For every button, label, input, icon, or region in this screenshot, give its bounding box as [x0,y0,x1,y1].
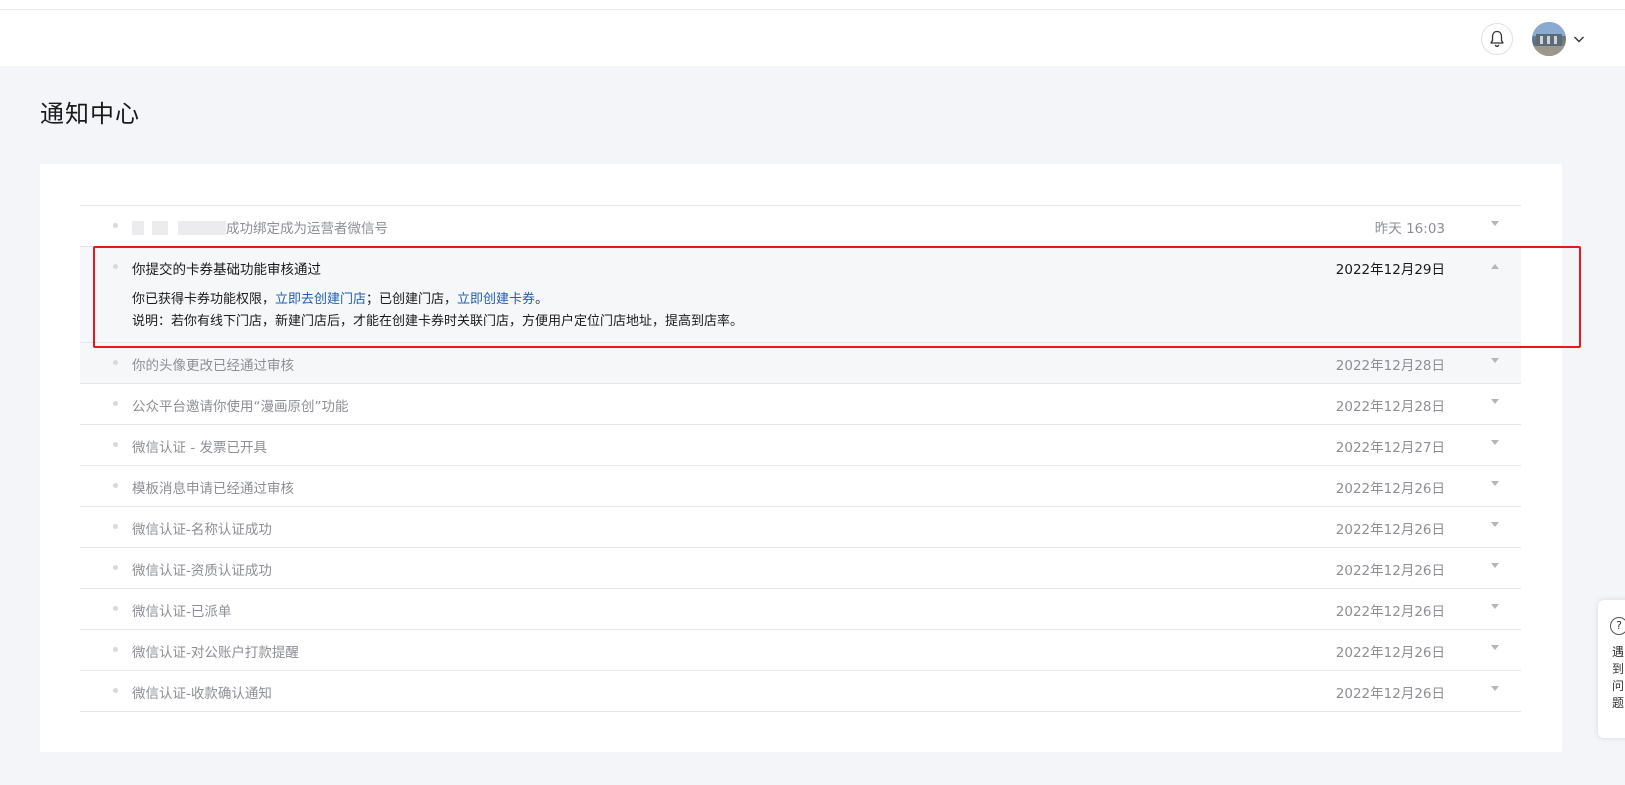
detail-text: 你已获得卡券功能权限， [132,292,276,307]
bullet-dot [113,442,118,447]
redacted-name [178,221,226,235]
detail-text: 。 [535,292,549,307]
notification-title: 模板消息申请已经通过审核 [132,481,294,497]
notification-list: 成功绑定成为运营者微信号 昨天 16:03 你提交的卡券基础功能审核通过 202… [80,205,1521,712]
notification-title: 微信认证 - 发票已开具 [132,440,267,456]
bullet-dot [113,688,118,693]
notification-row[interactable]: 成功绑定成为运营者微信号 昨天 16:03 [80,206,1521,247]
chevron-down-icon[interactable] [1572,32,1586,46]
question-icon: ? [1610,617,1625,635]
notification-row[interactable]: 你的头像更改已经通过审核 2022年12月28日 [80,343,1521,384]
caret-down-icon[interactable] [1491,221,1499,226]
notification-date: 2022年12月26日 [1335,604,1445,620]
notification-date: 2022年12月26日 [1335,522,1445,538]
notification-row[interactable]: 公众平台邀请你使用“漫画原创”功能 2022年12月28日 [80,384,1521,425]
notification-row[interactable]: 微信认证-收款确认通知 2022年12月26日 [80,671,1521,712]
caret-down-icon[interactable] [1491,686,1499,691]
avatar-photo [1532,22,1566,56]
caret-down-icon[interactable] [1491,522,1499,527]
bullet-dot [113,565,118,570]
caret-down-icon[interactable] [1491,645,1499,650]
caret-down-icon[interactable] [1491,399,1499,404]
create-coupon-link[interactable]: 立即创建卡券 [457,292,535,307]
caret-down-icon[interactable] [1491,481,1499,486]
bullet-dot [113,401,118,406]
bullet-dot [113,647,118,652]
help-widget[interactable]: ? 遇到问题 [1598,600,1625,738]
caret-down-icon[interactable] [1491,563,1499,568]
notification-title-suffix: 成功绑定成为运营者微信号 [226,221,388,237]
notification-panel: 成功绑定成为运营者微信号 昨天 16:03 你提交的卡券基础功能审核通过 202… [40,164,1562,752]
bullet-dot [113,524,118,529]
bullet-dot [113,483,118,488]
notification-title: 成功绑定成为运营者微信号 [132,217,388,237]
caret-up-icon[interactable] [1491,264,1499,269]
redacted-name [152,221,168,235]
detail-text: ；已创建门店， [366,292,458,307]
notification-row[interactable]: 模板消息申请已经通过审核 2022年12月26日 [80,466,1521,507]
bullet-dot [113,264,118,269]
page-title: 通知中心 [40,100,140,128]
user-avatar[interactable] [1532,22,1566,56]
notification-title: 公众平台邀请你使用“漫画原创”功能 [132,399,349,415]
bullet-dot [113,223,118,228]
notification-row[interactable]: 微信认证-名称认证成功 2022年12月26日 [80,507,1521,548]
notification-date: 2022年12月26日 [1335,563,1445,579]
notification-row[interactable]: 微信认证-对公账户打款提醒 2022年12月26日 [80,630,1521,671]
notification-detail-line: 你已获得卡券功能权限，立即去创建门店；已创建门店，立即创建卡券。 [132,288,548,307]
notification-title: 你提交的卡券基础功能审核通过 [132,262,321,278]
notification-title: 微信认证-名称认证成功 [132,522,272,538]
notification-date: 2022年12月28日 [1335,358,1445,374]
notification-title: 你的头像更改已经通过审核 [132,358,294,374]
notification-title: 微信认证-对公账户打款提醒 [132,645,299,661]
notification-date: 2022年12月26日 [1335,481,1445,497]
notification-date: 2022年12月26日 [1335,686,1445,702]
caret-down-icon[interactable] [1491,440,1499,445]
redacted-name [132,221,144,235]
notification-title: 微信认证-资质认证成功 [132,563,272,579]
notification-row[interactable]: 微信认证-资质认证成功 2022年12月26日 [80,548,1521,589]
header-bar [0,10,1625,66]
notification-title: 微信认证-已派单 [132,604,232,620]
help-widget-label: 遇到问题 [1612,645,1625,710]
notification-detail-note: 说明：若你有线下门店，新建门店后，才能在创建卡券时关联门店，方便用户定位门店地址… [132,314,744,329]
bullet-dot [113,360,118,365]
bullet-dot [113,606,118,611]
caret-down-icon[interactable] [1491,358,1499,363]
notification-title: 微信认证-收款确认通知 [132,686,272,702]
notification-date: 2022年12月28日 [1335,399,1445,415]
top-border [0,0,1625,10]
notification-bell-button[interactable] [1481,23,1513,55]
notification-row-expanded[interactable]: 你提交的卡券基础功能审核通过 2022年12月29日 你已获得卡券功能权限，立即… [80,247,1521,343]
caret-down-icon[interactable] [1491,604,1499,609]
notification-row[interactable]: 微信认证-已派单 2022年12月26日 [80,589,1521,630]
notification-date: 2022年12月27日 [1335,440,1445,456]
notification-date: 2022年12月26日 [1335,645,1445,661]
notification-row[interactable]: 微信认证 - 发票已开具 2022年12月27日 [80,425,1521,466]
notification-date: 昨天 16:03 [1374,221,1445,237]
bell-icon [1490,30,1504,48]
notification-date: 2022年12月29日 [1335,262,1445,278]
create-store-link[interactable]: 立即去创建门店 [275,292,366,307]
